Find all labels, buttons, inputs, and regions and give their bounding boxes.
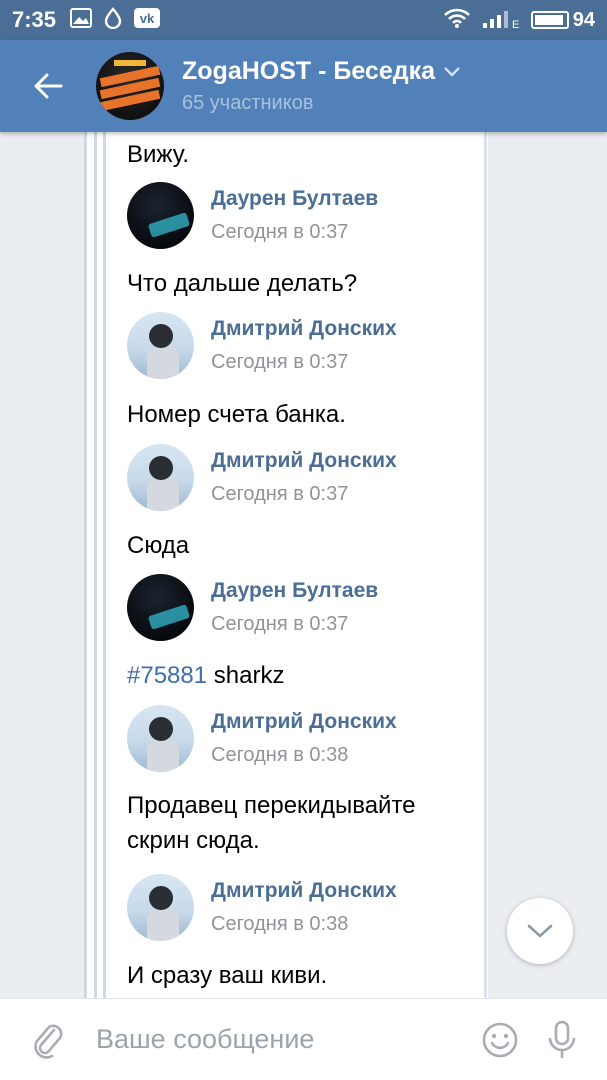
message-author[interactable]: Дмитрий Донских Сегодня в 0:38	[127, 705, 397, 772]
avatar[interactable]	[127, 444, 194, 511]
message-text: И сразу ваш киви.	[127, 958, 327, 993]
message-text-content: sharkz	[213, 662, 285, 689]
drop-icon	[104, 6, 122, 34]
author-name[interactable]: Дмитрий Донских	[211, 879, 397, 903]
vk-icon: vk	[134, 7, 161, 33]
message-input[interactable]	[96, 1024, 469, 1055]
chat-avatar[interactable]	[96, 52, 164, 120]
status-time: 7:35	[12, 7, 57, 32]
message-author[interactable]: Дмитрий Донских Сегодня в 0:38	[127, 874, 397, 941]
author-name[interactable]: Дмитрий Донских	[211, 710, 397, 734]
message-text: Продавец перекидывайте скрин сюда.	[127, 788, 416, 858]
message-text-line: скрин сюда.	[127, 827, 260, 854]
message-text-content: Вижу.	[127, 141, 190, 168]
message-text: Сюда	[127, 528, 189, 563]
message-text-line: Продавец перекидывайте	[127, 792, 416, 819]
wifi-icon	[443, 7, 471, 34]
back-button[interactable]	[0, 40, 96, 132]
participants-count: 65 участников	[182, 92, 314, 114]
hashtag-link[interactable]: #75881	[127, 662, 207, 689]
avatar[interactable]	[127, 312, 194, 379]
message-time: Сегодня в 0:37	[211, 613, 349, 635]
status-bar: 7:35 vk E 94	[0, 0, 607, 40]
author-name[interactable]: Даурен Бултаев	[211, 579, 378, 603]
avatar[interactable]	[127, 574, 194, 641]
network-type: E	[512, 19, 519, 29]
message-author[interactable]: Даурен Бултаев Сегодня в 0:37	[127, 182, 378, 249]
battery-percent: 94	[572, 8, 595, 31]
message-text-content: Сюда	[127, 532, 190, 559]
thread-border	[484, 132, 487, 998]
message-time: Сегодня в 0:37	[211, 221, 349, 243]
avatar[interactable]	[127, 182, 194, 249]
chat-title-block[interactable]: ZogaHOST - Беседка 65 участников	[182, 57, 461, 115]
message-author[interactable]: Дмитрий Донских Сегодня в 0:37	[127, 312, 397, 379]
message-text: #75881 sharkz	[127, 658, 284, 693]
microphone-icon	[548, 1020, 576, 1058]
arrow-left-icon	[34, 73, 63, 99]
chat-title: ZogaHOST - Беседка	[182, 57, 436, 85]
chevron-down-icon	[444, 66, 460, 77]
message-author[interactable]: Даурен Бултаев Сегодня в 0:37	[127, 574, 378, 641]
message-time: Сегодня в 0:37	[211, 351, 349, 373]
battery-fill	[534, 15, 563, 25]
message-text-content: Что дальше делать?	[127, 270, 358, 297]
author-name[interactable]: Дмитрий Донских	[211, 317, 397, 341]
message-time: Сегодня в 0:37	[211, 483, 349, 505]
message-text: Вижу.	[127, 137, 189, 172]
author-name[interactable]: Дмитрий Донских	[211, 449, 397, 473]
message-text-content: И сразу ваш киви.	[127, 962, 328, 989]
thread-background	[84, 132, 488, 998]
message-time: Сегодня в 0:38	[211, 744, 349, 766]
image-icon	[70, 7, 93, 33]
avatar[interactable]	[127, 705, 194, 772]
message-author[interactable]: Дмитрий Донских Сегодня в 0:37	[127, 444, 397, 511]
scroll-down-button[interactable]	[507, 898, 573, 964]
message-input-bar	[0, 998, 607, 1080]
chat-header: ZogaHOST - Беседка 65 участников	[0, 40, 607, 132]
thread-indent-lines	[84, 132, 110, 998]
message-text: Номер счета банка.	[127, 397, 346, 432]
message-time: Сегодня в 0:38	[211, 913, 349, 935]
signal-icon: E	[481, 7, 521, 34]
battery-icon: 94	[530, 8, 595, 32]
message-text-content: Номер счета банка.	[127, 401, 346, 428]
message-text: Что дальше делать?	[127, 266, 357, 301]
svg-text:vk: vk	[140, 11, 155, 26]
smile-icon	[482, 1022, 518, 1057]
chevron-down-icon	[527, 924, 553, 938]
message-list[interactable]: Вижу. Даурен Бултаев Сегодня в 0:37 Что …	[0, 132, 607, 998]
voice-button[interactable]	[531, 1020, 593, 1060]
author-name[interactable]: Даурен Бултаев	[211, 187, 378, 211]
paperclip-icon	[34, 1024, 63, 1059]
avatar[interactable]	[127, 874, 194, 941]
emoji-button[interactable]	[469, 1021, 531, 1059]
attach-button[interactable]	[0, 1020, 96, 1060]
